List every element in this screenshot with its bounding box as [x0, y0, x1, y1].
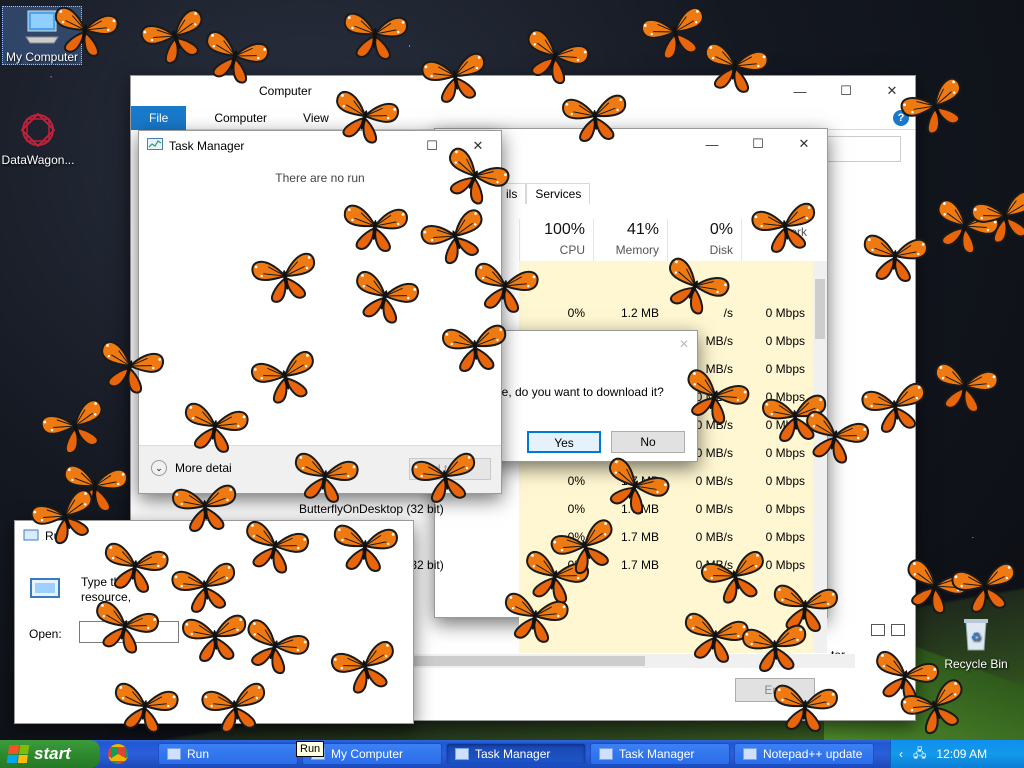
cell-net: 0 Mbps	[765, 362, 805, 376]
download-dialog: ✕ le, do you want to download it? Yes No	[490, 330, 698, 462]
task-manager-icon	[599, 748, 613, 760]
scrollbar-thumb[interactable]	[815, 279, 825, 339]
taskbar-item-label: My Computer	[331, 747, 404, 761]
tab-file[interactable]: File	[131, 105, 187, 130]
task-manager-icon	[147, 137, 163, 155]
butterfly-icon	[338, 5, 412, 63]
task-manager-tabs: ils Services	[497, 183, 591, 204]
butterfly-icon	[438, 317, 512, 375]
cell-net: 0 Mbps	[765, 502, 805, 516]
butterfly-icon	[33, 390, 117, 463]
start-button[interactable]: start	[0, 740, 100, 768]
taskbar-item-label: Run	[187, 747, 210, 761]
chrome-icon[interactable]	[108, 744, 128, 764]
cpu-label: CPU	[559, 243, 585, 257]
download-message: le, do you want to download it?	[499, 385, 664, 399]
chevron-left-icon[interactable]: ‹	[899, 747, 903, 761]
butterfly-icon	[768, 677, 842, 735]
tab-computer[interactable]: Computer	[186, 106, 285, 130]
cell-mem: 1.2 MB	[620, 306, 659, 320]
cell-cpu: 0%	[567, 502, 585, 516]
more-details-label: More detai	[175, 461, 232, 475]
task-manager-icon	[455, 748, 469, 760]
tiles-view-icon[interactable]	[891, 624, 905, 636]
column-header-cpu[interactable]: 100% CPU	[519, 219, 593, 261]
chevron-down-icon: ⌄	[151, 460, 167, 476]
desktop-icon-datawagon[interactable]: DataWagon...	[0, 110, 78, 167]
column-header-memory[interactable]: 41% Memory	[593, 219, 667, 261]
taskbar-item-task-manager[interactable]: Task Manager	[446, 743, 586, 765]
run-program-icon	[29, 575, 63, 606]
close-icon[interactable]: ✕	[679, 337, 689, 351]
memory-percent: 41%	[626, 221, 659, 238]
taskbar-item-run[interactable]: Run	[158, 743, 298, 765]
clock[interactable]: 12:09 AM	[936, 747, 987, 761]
cell-net: 0 Mbps	[765, 334, 805, 348]
desktop-icon-label: Recycle Bin	[944, 657, 1008, 671]
run-icon	[167, 748, 181, 760]
recycle-bin-icon: ♻	[956, 614, 996, 654]
memory-label: Memory	[615, 243, 659, 257]
minimize-icon[interactable]: —	[689, 129, 735, 159]
butterfly-icon	[926, 354, 1004, 417]
cell-net: 0 Mbps	[765, 306, 805, 320]
notepadpp-icon	[743, 748, 757, 760]
taskbar-item-label: Task Manager	[619, 747, 695, 761]
cpu-percent: 100%	[544, 221, 585, 238]
desktop-icon-label: DataWagon...	[1, 153, 75, 167]
open-label: Open:	[29, 627, 62, 641]
no-button[interactable]: No	[611, 431, 685, 453]
maximize-icon[interactable]: ☐	[823, 76, 869, 106]
network-icon[interactable]: 🖧	[913, 744, 926, 765]
ribbon-tabs: File Computer View	[131, 105, 915, 130]
view-toggle	[871, 624, 905, 636]
butterfly-icon	[338, 197, 412, 255]
butterfly-icon	[168, 477, 242, 535]
minimize-icon[interactable]: —	[777, 76, 823, 106]
butterfly-icon	[738, 617, 812, 675]
taskbar: start Run My Computer Task Manager Task …	[0, 740, 1024, 768]
details-view-icon[interactable]	[871, 624, 885, 636]
butterfly-icon	[558, 87, 632, 145]
taskbar-item-label: Task Manager	[475, 747, 551, 761]
yes-button[interactable]: Yes	[527, 431, 601, 453]
datawagon-icon	[18, 110, 58, 150]
more-details-toggle[interactable]: ⌄ More detai	[151, 460, 232, 476]
taskbar-item-notepadpp-update[interactable]: Notepad++ update	[734, 743, 874, 765]
start-label: start	[34, 744, 71, 763]
cell-cpu: 0%	[567, 474, 585, 488]
table-row[interactable]: 0% 1.2 MB/s 0 Mbps	[519, 299, 815, 327]
cell-disk: 0 MB/s	[695, 502, 733, 516]
maximize-icon[interactable]: ☐	[735, 129, 781, 159]
system-tray: ‹ 🖧 12:09 AM	[890, 740, 1024, 768]
desktop-icon-recycle-bin[interactable]: ♻ Recycle Bin	[936, 614, 1016, 671]
taskbar-item-label: Notepad++ update	[763, 747, 863, 761]
svg-text:♻: ♻	[971, 630, 982, 644]
windows-logo-icon	[6, 745, 30, 763]
cell-net: 0 Mbps	[765, 530, 805, 544]
cell-net: 0 Mbps	[765, 474, 805, 488]
disk-percent: 0%	[709, 221, 733, 238]
tab-services[interactable]: Services	[526, 183, 591, 204]
cell-disk: 0 MB/s	[695, 530, 733, 544]
taskbar-item-task-manager-2[interactable]: Task Manager	[590, 743, 730, 765]
tooltip: Run	[296, 741, 325, 757]
butterfly-icon	[328, 517, 402, 575]
close-icon[interactable]: ✕	[781, 129, 827, 159]
butterfly-icon	[858, 227, 932, 285]
